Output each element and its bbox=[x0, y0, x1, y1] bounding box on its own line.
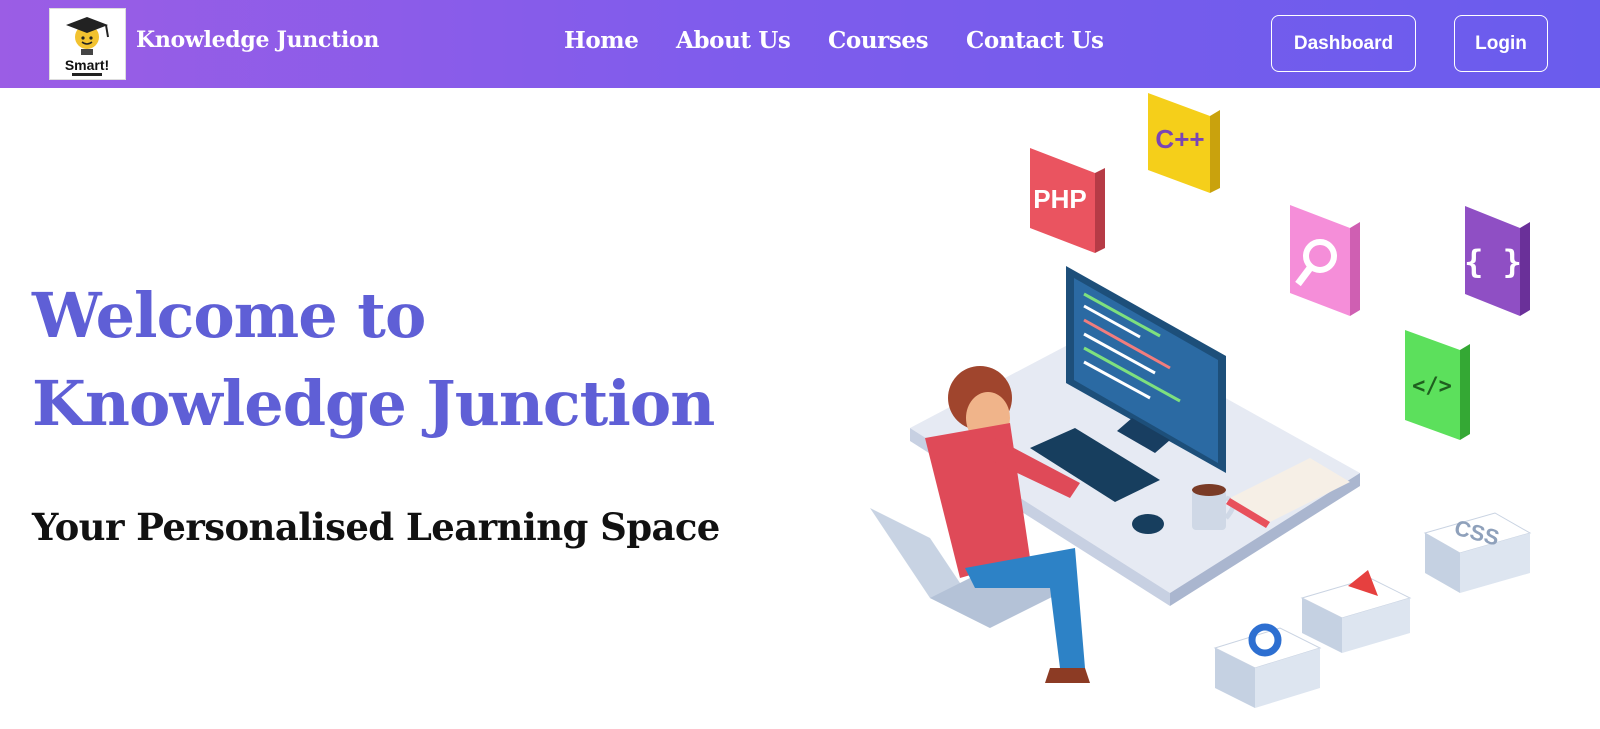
nav-home[interactable]: Home bbox=[564, 27, 639, 54]
hero-title-line-2: Knowledge Junction bbox=[32, 367, 715, 440]
site-logo[interactable]: Smart! bbox=[49, 8, 126, 80]
login-button[interactable]: Login bbox=[1454, 15, 1548, 72]
play-block bbox=[1300, 570, 1412, 653]
svg-text:</>: </> bbox=[1412, 374, 1452, 399]
logo-text: Smart! bbox=[65, 57, 109, 73]
developer-illustration: PHP C++ { } </> CSS bbox=[870, 93, 1532, 708]
css-block-stack: CSS bbox=[1423, 512, 1532, 593]
cpp-badge: C++ bbox=[1148, 93, 1220, 193]
svg-text:{ }: { } bbox=[1464, 243, 1522, 281]
nav-about-us[interactable]: About Us bbox=[676, 27, 791, 54]
svg-text:PHP: PHP bbox=[1033, 184, 1086, 214]
brand-name[interactable]: Knowledge Junction bbox=[136, 27, 379, 53]
dashboard-button[interactable]: Dashboard bbox=[1271, 15, 1416, 72]
search-icon bbox=[1290, 205, 1360, 316]
nav-courses[interactable]: Courses bbox=[828, 27, 929, 54]
hero-subtitle: Your Personalised Learning Space bbox=[32, 505, 720, 549]
top-navbar: Smart! Knowledge Junction Home About Us … bbox=[0, 0, 1600, 88]
hero-title: Welcome to Knowledge Junction bbox=[32, 272, 715, 448]
gear-block bbox=[1213, 623, 1322, 708]
php-badge: PHP bbox=[1030, 148, 1105, 253]
code-tag-badge: </> bbox=[1405, 330, 1470, 440]
hero-title-line-1: Welcome to bbox=[32, 279, 426, 352]
nav-contact-us[interactable]: Contact Us bbox=[966, 27, 1104, 54]
braces-badge: { } bbox=[1464, 206, 1530, 316]
svg-text:C++: C++ bbox=[1155, 124, 1204, 154]
graduate-bulb-icon: Smart! bbox=[65, 17, 109, 76]
